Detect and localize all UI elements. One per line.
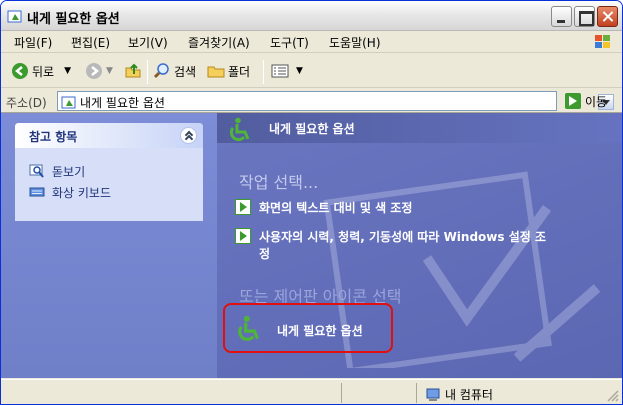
my-computer-icon [426, 388, 440, 401]
task-adjust-contrast[interactable]: 화면의 텍스트 대비 및 색 조정 [235, 199, 412, 216]
keyboard-icon [29, 187, 45, 197]
back-dropdown-icon[interactable]: ▼ [64, 66, 71, 76]
folders-label: 폴더 [228, 64, 251, 79]
accessibility-wheelchair-icon [229, 117, 250, 142]
menu-tools[interactable]: 도구(T) [270, 34, 309, 51]
content-area: 참고 항목 돋보기 화상 키보드 내게 필요한 옵션 작업 선택... 화면의 … [1, 113, 622, 378]
address-value: 내게 필요한 옵션 [80, 96, 165, 110]
forward-button[interactable]: ▼ [85, 60, 113, 82]
sidebar-link-keyboard[interactable]: 화상 키보드 [29, 183, 111, 201]
task-configure-windows[interactable]: 사용자의 시력, 청력, 기동성에 따라 Windows 설정 조 정 [235, 228, 546, 262]
task-arrow-icon [235, 228, 251, 244]
control-panel-icon-label: 내게 필요한 옵션 [277, 324, 363, 338]
accessibility-wheelchair-icon [238, 315, 259, 341]
search-label: 검색 [174, 64, 197, 79]
status-zone-label: 내 컴퓨터 [445, 388, 493, 402]
task-heading: 작업 선택... [239, 173, 319, 192]
back-button[interactable]: 뒤로 ▼ [11, 60, 71, 82]
search-icon [153, 63, 169, 79]
task-pane: 참고 항목 돋보기 화상 키보드 [1, 113, 217, 378]
up-folder-icon [125, 63, 141, 78]
menu-file[interactable]: 파일(F) [14, 34, 52, 51]
toolbar-separator [263, 60, 264, 84]
task-arrow-icon [235, 199, 251, 215]
menu-edit[interactable]: 편집(E) [71, 34, 110, 51]
back-arrow-icon [12, 63, 28, 79]
sidebar-link-label: 돋보기 [52, 164, 86, 179]
back-label: 뒤로 [32, 64, 55, 79]
toolbar: 뒤로 ▼ ▼ 검색 폴더 ▼ [1, 54, 622, 88]
up-folder-button[interactable] [124, 60, 145, 82]
panel-title: 참고 항목 [29, 130, 78, 144]
window: 내게 필요한 옵션 파일(F) 편집(E) 보기(V) 즐겨찾기(A) 도구(T… [0, 0, 623, 405]
task-label: 화면의 텍스트 대비 및 색 조정 [259, 201, 413, 215]
resize-grip-icon[interactable] [607, 390, 619, 402]
address-field[interactable]: 내게 필요한 옵션 [57, 91, 614, 111]
task-label-line2: 정 [259, 247, 271, 261]
go-arrow-icon [565, 93, 581, 109]
menu-help[interactable]: 도움말(H) [329, 34, 381, 51]
folder-icon [207, 66, 225, 78]
status-bar: 내 컴퓨터 [1, 379, 622, 404]
panel-header[interactable]: 참고 항목 [15, 123, 203, 148]
views-dropdown-icon: ▼ [296, 66, 303, 76]
status-divider [341, 383, 342, 403]
status-divider [416, 383, 417, 403]
main-header: 내게 필요한 옵션 [217, 113, 622, 143]
menu-favorites[interactable]: 즐겨찾기(A) [188, 34, 250, 51]
status-zone: 내 컴퓨터 [425, 386, 493, 403]
control-panel-icon [7, 10, 22, 23]
sidebar-link-magnifier[interactable]: 돋보기 [29, 162, 85, 180]
control-panel-icon [61, 96, 76, 109]
maximize-button[interactable] [574, 6, 595, 27]
title-bar[interactable]: 내게 필요한 옵션 [1, 1, 622, 31]
collapse-chevron-icon[interactable] [180, 127, 197, 144]
forward-arrow-icon [86, 63, 102, 79]
search-button[interactable]: 검색 [153, 60, 196, 82]
go-label: 이동 [585, 94, 608, 109]
panel-body: 돋보기 화상 키보드 [15, 148, 203, 221]
minimize-button[interactable] [551, 6, 572, 27]
forward-dropdown-icon[interactable]: ▼ [106, 66, 113, 76]
address-label: 주소(D) [6, 96, 47, 110]
folders-button[interactable]: 폴더 [207, 60, 250, 82]
close-button[interactable] [597, 6, 618, 27]
views-button[interactable]: ▼ [271, 60, 303, 82]
windows-logo-icon [595, 35, 610, 48]
go-button[interactable]: 이동 [565, 92, 607, 110]
control-panel-icon-accessibility[interactable]: 내게 필요한 옵션 [223, 303, 393, 353]
menu-bar: 파일(F) 편집(E) 보기(V) 즐겨찾기(A) 도구(T) 도움말(H) [1, 31, 622, 53]
main-pane: 내게 필요한 옵션 작업 선택... 화면의 텍스트 대비 및 색 조정 사용자… [217, 113, 622, 378]
toolbar-separator [147, 60, 148, 84]
window-title: 내게 필요한 옵션 [27, 12, 120, 27]
task-label-line1: 사용자의 시력, 청력, 기동성에 따라 Windows 설정 조 [259, 230, 546, 244]
views-icon [271, 64, 289, 78]
sidebar-link-label: 화상 키보드 [52, 185, 112, 200]
menu-view[interactable]: 보기(V) [128, 34, 168, 51]
address-bar: 주소(D) 내게 필요한 옵션 이동 [1, 89, 622, 113]
main-header-title: 내게 필요한 옵션 [269, 122, 355, 136]
see-also-panel: 참고 항목 돋보기 화상 키보드 [15, 123, 203, 221]
magnifier-icon [29, 164, 44, 178]
